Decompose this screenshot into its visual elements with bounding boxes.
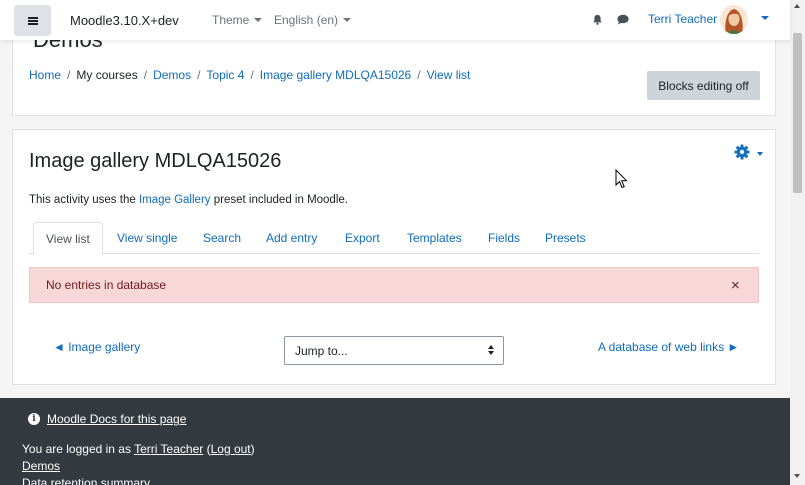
language-dropdown-label: English (en) — [274, 13, 339, 27]
scrollbar-thumb[interactable] — [793, 33, 802, 193]
tab-add-entry[interactable]: Add entry — [254, 222, 329, 255]
chevron-down-icon — [254, 18, 263, 22]
tab-search[interactable]: Search — [191, 222, 253, 255]
theme-dropdown[interactable]: Theme — [212, 13, 263, 27]
gear-icon[interactable] — [734, 144, 750, 160]
user-menu-name[interactable]: Terri Teacher — [648, 12, 717, 26]
activity-tabs: View list View single Search Add entry E… — [29, 222, 759, 255]
breadcrumb-demos[interactable]: Demos — [153, 68, 191, 82]
intro-text: This activity uses the — [29, 194, 139, 206]
tab-templates[interactable]: Templates — [395, 222, 474, 255]
breadcrumb-separator: / — [250, 68, 254, 82]
tab-fields[interactable]: Fields — [476, 222, 532, 255]
tab-view-list[interactable]: View list — [33, 222, 103, 255]
select-arrows-icon — [488, 345, 494, 355]
breadcrumb-view-list[interactable]: View list — [427, 68, 471, 82]
logout-link[interactable]: Log out — [211, 442, 251, 456]
login-text: You are logged in as — [22, 442, 135, 456]
alert-message: No entries in database — [46, 278, 167, 292]
login-paren-close: ) — [250, 442, 255, 456]
chevron-down-icon — [343, 18, 352, 22]
breadcrumb-my-courses: My courses — [76, 68, 138, 82]
footer-retention: Data retention summary — [22, 476, 150, 485]
footer-docs: i Moodle Docs for this page — [28, 412, 186, 426]
page-footer: i Moodle Docs for this page You are logg… — [0, 398, 790, 485]
tab-export[interactable]: Export — [333, 222, 392, 255]
chevron-down-icon[interactable] — [761, 16, 769, 20]
breadcrumb: Home / My courses / Demos / Topic 4 / Image gall… — [29, 68, 470, 82]
footer-user-link[interactable]: Terri Teacher — [134, 442, 203, 456]
intro-preset-link[interactable]: Image Gallery — [139, 194, 211, 206]
avatar[interactable] — [720, 5, 748, 34]
jump-to-value: Jump to... — [295, 344, 348, 358]
blocks-editing-button[interactable]: Blocks editing off — [647, 71, 760, 100]
activity-intro: This activity uses the Image Gallery pre… — [29, 194, 348, 206]
footer-course: Demos — [22, 459, 60, 473]
breadcrumb-separator: / — [67, 68, 71, 82]
breadcrumb-separator: / — [197, 68, 201, 82]
bell-icon[interactable] — [592, 14, 603, 25]
info-icon: i — [28, 413, 40, 425]
language-dropdown[interactable]: English (en) — [274, 13, 352, 27]
site-name-link[interactable]: Moodle3.10.X+dev — [70, 13, 179, 28]
previous-activity-link[interactable]: ◄ Image gallery — [53, 340, 140, 354]
breadcrumb-separator: / — [143, 68, 148, 82]
login-paren-open: ( — [203, 442, 211, 456]
activity-title: Image gallery MDLQA15026 — [29, 150, 282, 172]
chevron-down-icon[interactable] — [757, 152, 763, 156]
tab-view-single[interactable]: View single — [105, 222, 189, 255]
page-scrollbar[interactable] — [790, 0, 805, 485]
hamburger-icon — [27, 16, 38, 25]
moodle-docs-link[interactable]: Moodle Docs for this page — [47, 412, 186, 426]
scroll-down-icon[interactable] — [794, 474, 800, 478]
scroll-up-icon[interactable] — [794, 4, 800, 8]
tab-presets[interactable]: Presets — [533, 222, 598, 255]
footer-course-link[interactable]: Demos — [22, 459, 60, 473]
breadcrumb-topic[interactable]: Topic 4 — [206, 68, 244, 82]
navbar: Moodle3.10.X+dev Theme English (en) Terr… — [0, 0, 790, 40]
theme-dropdown-label: Theme — [212, 13, 250, 27]
no-entries-alert: No entries in database × — [29, 267, 759, 303]
mouse-cursor-icon — [615, 169, 628, 189]
login-info: You are logged in as Terri Teacher (Log … — [22, 442, 255, 456]
close-icon[interactable]: × — [731, 277, 740, 294]
breadcrumb-activity[interactable]: Image gallery MDLQA15026 — [260, 68, 411, 82]
nav-drawer-toggle-button[interactable] — [14, 5, 51, 36]
main-content: Image gallery MDLQA15026 This activity u… — [12, 129, 776, 385]
data-retention-link[interactable]: Data retention summary — [22, 476, 150, 485]
jump-to-select[interactable]: Jump to... — [284, 336, 504, 365]
next-activity-link[interactable]: A database of web links ► — [598, 340, 739, 354]
breadcrumb-separator: / — [417, 68, 421, 82]
chat-icon[interactable] — [617, 14, 629, 25]
intro-text: preset included in Moodle. — [210, 194, 348, 206]
breadcrumb-home[interactable]: Home — [29, 68, 61, 82]
